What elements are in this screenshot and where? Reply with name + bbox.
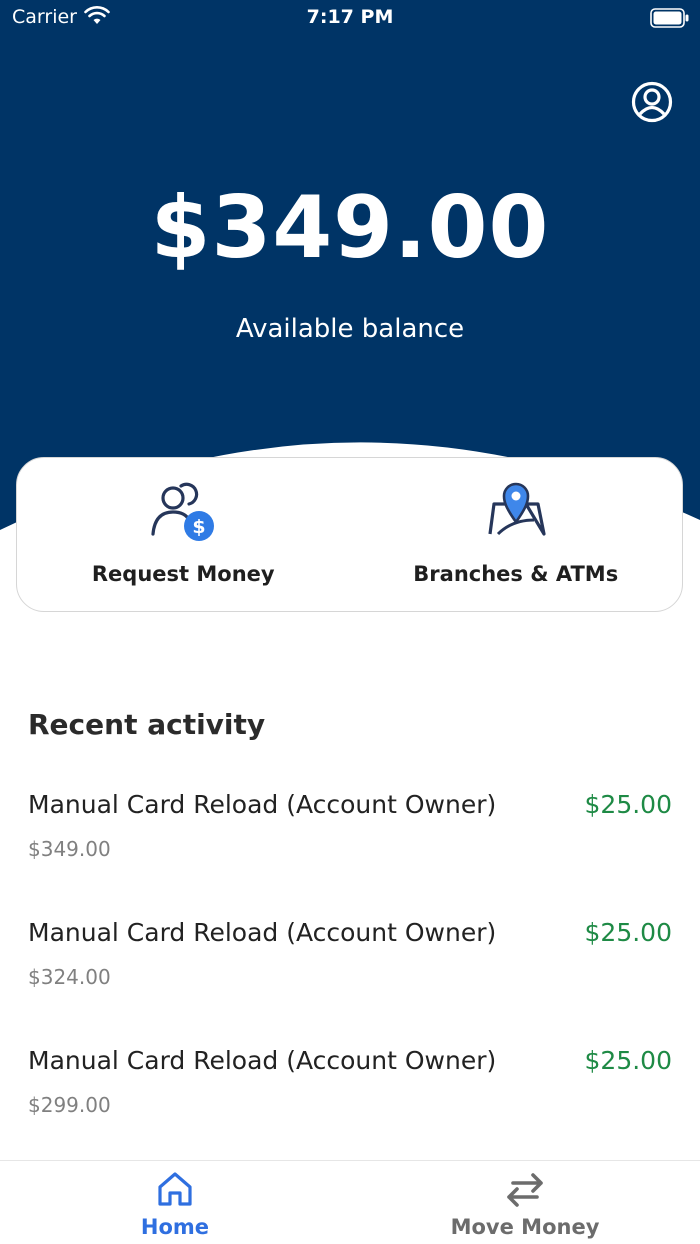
tab-home[interactable]: Home [0, 1161, 350, 1244]
activity-amount: $25.00 [584, 1046, 672, 1075]
header-banner: Carrier 7:17 PM $349.00 Available balanc… [0, 0, 700, 530]
status-time: 7:17 PM [306, 6, 394, 28]
request-money-icon: $ [147, 478, 219, 552]
balance-amount: $349.00 [150, 178, 550, 278]
balance-label: Available balance [235, 314, 465, 344]
activity-item[interactable]: Manual Card Reload (Account Owner) $25.0… [0, 790, 700, 900]
recent-activity-title: Recent activity [28, 708, 266, 741]
activity-balance: $349.00 [28, 837, 111, 861]
branches-atms-label: Branches & ATMs [413, 562, 619, 586]
transfer-arrows-icon [503, 1169, 547, 1213]
activity-amount: $25.00 [584, 790, 672, 819]
activity-amount: $25.00 [584, 918, 672, 947]
branches-atms-button[interactable]: Branches & ATMs [350, 458, 683, 611]
profile-button[interactable] [630, 80, 674, 124]
svg-text:$: $ [193, 516, 206, 538]
tab-home-label: Home [140, 1215, 210, 1239]
user-circle-icon [631, 81, 673, 123]
activity-description: Manual Card Reload (Account Owner) [28, 1046, 497, 1075]
request-money-label: Request Money [91, 562, 275, 586]
home-icon [155, 1169, 195, 1213]
quick-actions-card: $ Request Money Branches & ATMs [16, 457, 683, 612]
request-money-button[interactable]: $ Request Money [17, 458, 350, 611]
tab-move-money-label: Move Money [450, 1215, 600, 1239]
bottom-tab-bar: Home Move Money [0, 1160, 700, 1244]
activity-balance: $324.00 [28, 965, 111, 989]
activity-description: Manual Card Reload (Account Owner) [28, 790, 497, 819]
activity-description: Manual Card Reload (Account Owner) [28, 918, 497, 947]
tab-move-money[interactable]: Move Money [350, 1161, 700, 1244]
activity-item[interactable]: Manual Card Reload (Account Owner) $25.0… [0, 918, 700, 1028]
activity-item[interactable]: Manual Card Reload (Account Owner) $25.0… [0, 1046, 700, 1156]
status-bar: Carrier 7:17 PM [0, 0, 700, 36]
map-pin-icon [484, 478, 548, 546]
battery-icon [650, 8, 690, 33]
activity-balance: $299.00 [28, 1093, 111, 1117]
